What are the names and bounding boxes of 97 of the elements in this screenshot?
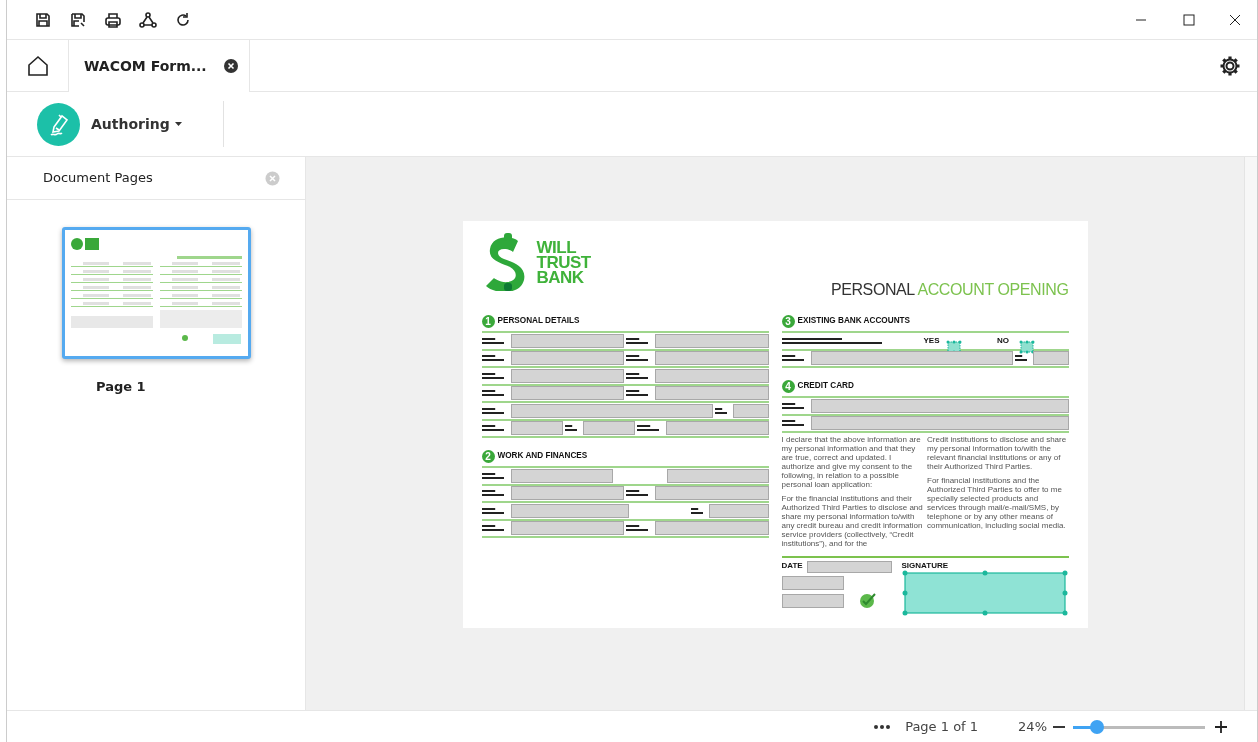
signature-field[interactable] xyxy=(901,570,1068,616)
section-title: CREDIT CARD xyxy=(797,379,854,392)
section-number: 1 xyxy=(481,314,495,328)
input-field[interactable] xyxy=(666,421,769,436)
input-field[interactable] xyxy=(510,486,624,501)
field-label: DATE xyxy=(781,561,803,570)
input-field[interactable] xyxy=(655,521,769,536)
paragraph: Credit institutions to disclose and share my personal information to/with the relevant financial institutions or any of their Authorized Third Parties. xyxy=(927,435,1068,471)
label-mark xyxy=(626,525,648,532)
input-field[interactable] xyxy=(655,386,769,401)
input-field[interactable] xyxy=(655,486,769,501)
section-number: 3 xyxy=(781,314,795,328)
label-mark xyxy=(637,425,659,432)
input-field[interactable] xyxy=(810,351,1014,366)
label-mark xyxy=(626,490,648,497)
save-icon[interactable] xyxy=(35,11,51,28)
input-field[interactable] xyxy=(510,368,624,383)
input-field[interactable] xyxy=(510,333,624,348)
label-mark xyxy=(481,390,504,397)
section-number: 4 xyxy=(781,379,795,393)
label-mark xyxy=(481,337,504,344)
input-field[interactable] xyxy=(655,368,769,383)
section-title: EXISTING BANK ACCOUNTS xyxy=(797,314,910,327)
document-tab[interactable]: WACOM Form... xyxy=(68,40,250,92)
label-mark xyxy=(626,372,648,379)
section-title: WORK AND FINANCES xyxy=(497,449,588,462)
field-label: NO xyxy=(997,336,1010,346)
input-field[interactable] xyxy=(733,403,769,418)
redo-icon[interactable] xyxy=(175,11,191,28)
label-mark xyxy=(626,337,648,344)
document-title: PERSONAL ACCOUNT OPENING xyxy=(830,280,1069,300)
field-label: YES xyxy=(923,336,941,346)
authoring-dropdown[interactable]: Authoring xyxy=(7,101,224,147)
more-icon[interactable] xyxy=(874,724,891,729)
logo-text: WILL TRUST BANK xyxy=(536,239,591,285)
share-icon[interactable] xyxy=(139,11,157,28)
check-icon xyxy=(859,593,876,608)
label-mark xyxy=(481,372,504,379)
input-field[interactable] xyxy=(810,398,1069,413)
close-icon[interactable] xyxy=(1229,13,1241,26)
zoom-slider[interactable] xyxy=(1073,719,1205,734)
page-label: Page 1 xyxy=(96,378,147,396)
section-title: PERSONAL DETAILS xyxy=(497,314,580,327)
paragraph: For financial institutions and the Authorized Third Parties to offer to me specially selected products and services through mail/e-mail/SMS, by telephone or by any other means of communication, including social media. xyxy=(927,476,1067,530)
label-mark xyxy=(481,490,504,497)
input-field[interactable] xyxy=(510,468,613,483)
input-field[interactable] xyxy=(655,333,769,348)
field-label: SIGNATURE xyxy=(901,561,950,570)
label-mark xyxy=(781,402,804,409)
input-field[interactable] xyxy=(510,351,624,366)
input-field[interactable] xyxy=(655,351,769,366)
paragraph: I declare that the above information are my personal information and that they are true, correct and updated. I authorize and give my consent to the following, in relation to a possible personal loan application: xyxy=(781,435,922,489)
label-mark xyxy=(481,355,504,362)
settings-icon[interactable] xyxy=(1219,54,1241,77)
pen-icon xyxy=(37,102,80,146)
label-mark xyxy=(481,507,504,514)
input-field[interactable] xyxy=(781,594,844,608)
panel-title: Document Pages xyxy=(43,169,153,188)
input-field[interactable] xyxy=(781,576,844,590)
input-field[interactable] xyxy=(510,386,624,401)
section-number: 2 xyxy=(481,449,495,463)
zoom-in-icon[interactable] xyxy=(1215,720,1227,733)
caret-icon xyxy=(174,122,182,126)
maximize-icon[interactable] xyxy=(1183,13,1195,26)
input-field[interactable] xyxy=(806,561,892,573)
label-mark xyxy=(690,507,703,514)
input-field[interactable] xyxy=(510,421,563,436)
label-mark xyxy=(715,407,728,414)
input-field[interactable] xyxy=(510,521,624,536)
label-mark xyxy=(481,472,504,479)
close-icon[interactable] xyxy=(223,58,239,74)
label-mark xyxy=(481,525,504,532)
input-field[interactable] xyxy=(666,468,769,483)
paragraph: For the financial institutions and their Authorized Third Parties to disclose and share my personal information to/with any credit bureau and credit information service providers (collectively, “Credit institutions”), and for the xyxy=(781,494,923,548)
slider-thumb[interactable] xyxy=(1089,719,1104,734)
label-mark xyxy=(781,355,804,362)
label-mark xyxy=(626,355,648,362)
scrollbar[interactable] xyxy=(1244,157,1257,710)
save-as-icon[interactable] xyxy=(70,11,86,28)
page-indicator: Page 1 of 1 xyxy=(905,717,979,736)
label-mark xyxy=(781,420,804,427)
home-icon[interactable] xyxy=(26,54,49,77)
checkbox-field[interactable] xyxy=(1019,339,1035,354)
input-field[interactable] xyxy=(582,421,635,436)
label-mark xyxy=(481,407,504,414)
zoom-percent: 24% xyxy=(1018,717,1047,736)
input-field[interactable] xyxy=(1033,351,1069,366)
input-field[interactable] xyxy=(510,403,714,418)
label-mark xyxy=(1015,355,1028,362)
input-field[interactable] xyxy=(810,416,1069,431)
print-icon[interactable] xyxy=(104,11,122,28)
input-field[interactable] xyxy=(708,503,769,518)
label-mark xyxy=(564,425,577,432)
label-mark xyxy=(481,425,504,432)
input-field[interactable] xyxy=(510,503,629,518)
label-mark xyxy=(626,390,648,397)
page-thumbnail[interactable] xyxy=(62,227,251,359)
